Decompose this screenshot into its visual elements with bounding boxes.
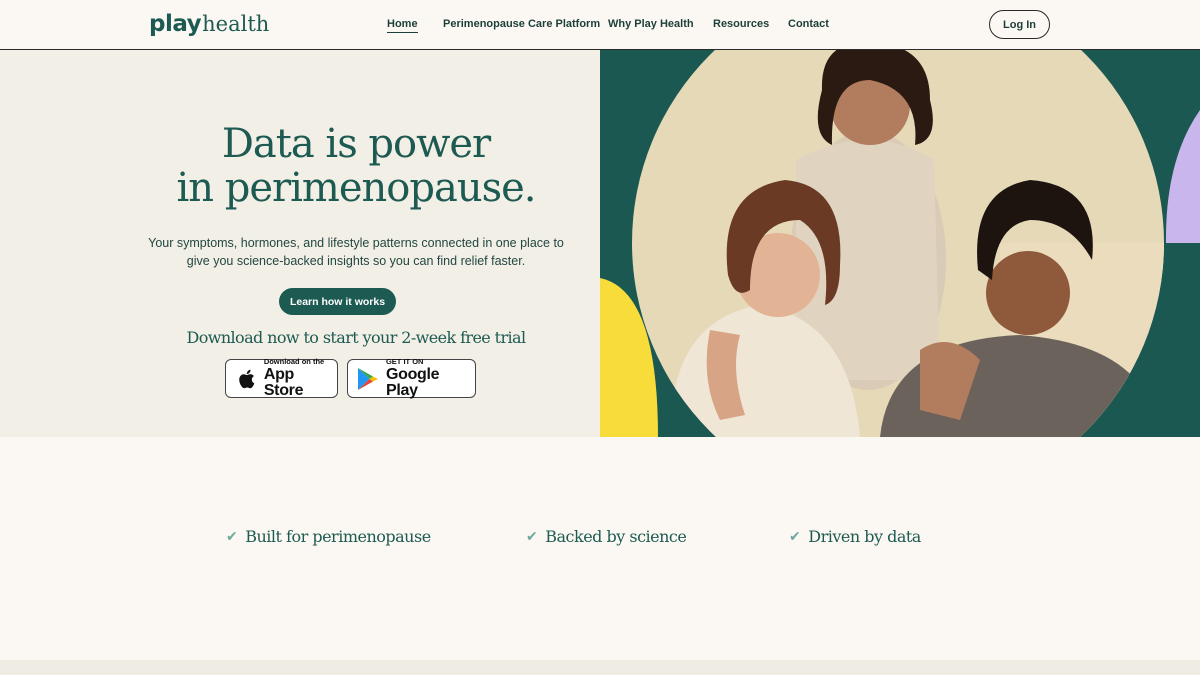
google-play-button[interactable]: GET IT ON Google Play xyxy=(347,356,476,400)
hero-photo-panel xyxy=(600,50,1200,437)
google-play-icon xyxy=(356,367,380,391)
hero-subtitle-line-1: Your symptoms, hormones, and lifestyle p… xyxy=(148,236,564,250)
site-header: play health Home Perimenopause Care Plat… xyxy=(0,0,1200,50)
feature-label: Backed by science xyxy=(545,527,687,546)
logo-play-text: play xyxy=(149,11,202,37)
feature-label: Driven by data xyxy=(808,527,921,546)
hero-photo xyxy=(600,50,1200,437)
feature-label: Built for perimenopause xyxy=(245,527,431,546)
nav-item-home[interactable]: Home xyxy=(387,18,418,33)
learn-how-it-works-button[interactable]: Learn how it works xyxy=(279,288,396,315)
hero-text-panel: Data is power in perimenopause. Your sym… xyxy=(0,50,600,437)
logo-health-text: health xyxy=(202,12,270,36)
apple-icon xyxy=(234,367,258,391)
check-icon: ✔ xyxy=(226,528,238,545)
feature-item-driven-by-data: ✔ Driven by data xyxy=(789,527,921,546)
login-button[interactable]: Log In xyxy=(989,10,1050,39)
hero-subtitle-line-2: give you science-backed insights so you … xyxy=(186,254,526,268)
nav-item-perimenopause-care-platform[interactable]: Perimenopause Care Platform xyxy=(443,18,600,30)
play-health-logo[interactable]: play health xyxy=(149,11,269,37)
feature-item-built-for-perimenopause: ✔ Built for perimenopause xyxy=(226,527,431,546)
feature-item-backed-by-science: ✔ Backed by science xyxy=(526,527,687,546)
app-store-big-text: App Store xyxy=(263,366,304,400)
app-store-button[interactable]: Download on the App Store xyxy=(225,356,338,400)
features-section: ✔ Built for perimenopause ✔ Backed by sc… xyxy=(0,437,1200,660)
google-play-small-text: GET IT ON xyxy=(385,356,424,366)
google-play-big-text: Google Play xyxy=(385,366,440,400)
app-store-small-text: Download on the xyxy=(263,356,325,366)
nav-item-resources[interactable]: Resources xyxy=(713,18,769,30)
check-icon: ✔ xyxy=(789,528,801,545)
next-section-edge xyxy=(0,660,1200,675)
nav-item-contact[interactable]: Contact xyxy=(788,18,829,30)
hero-subtitle: Your symptoms, hormones, and lifestyle p… xyxy=(140,234,572,270)
nav-item-why-play-health[interactable]: Why Play Health xyxy=(608,18,694,30)
check-icon: ✔ xyxy=(526,528,538,545)
